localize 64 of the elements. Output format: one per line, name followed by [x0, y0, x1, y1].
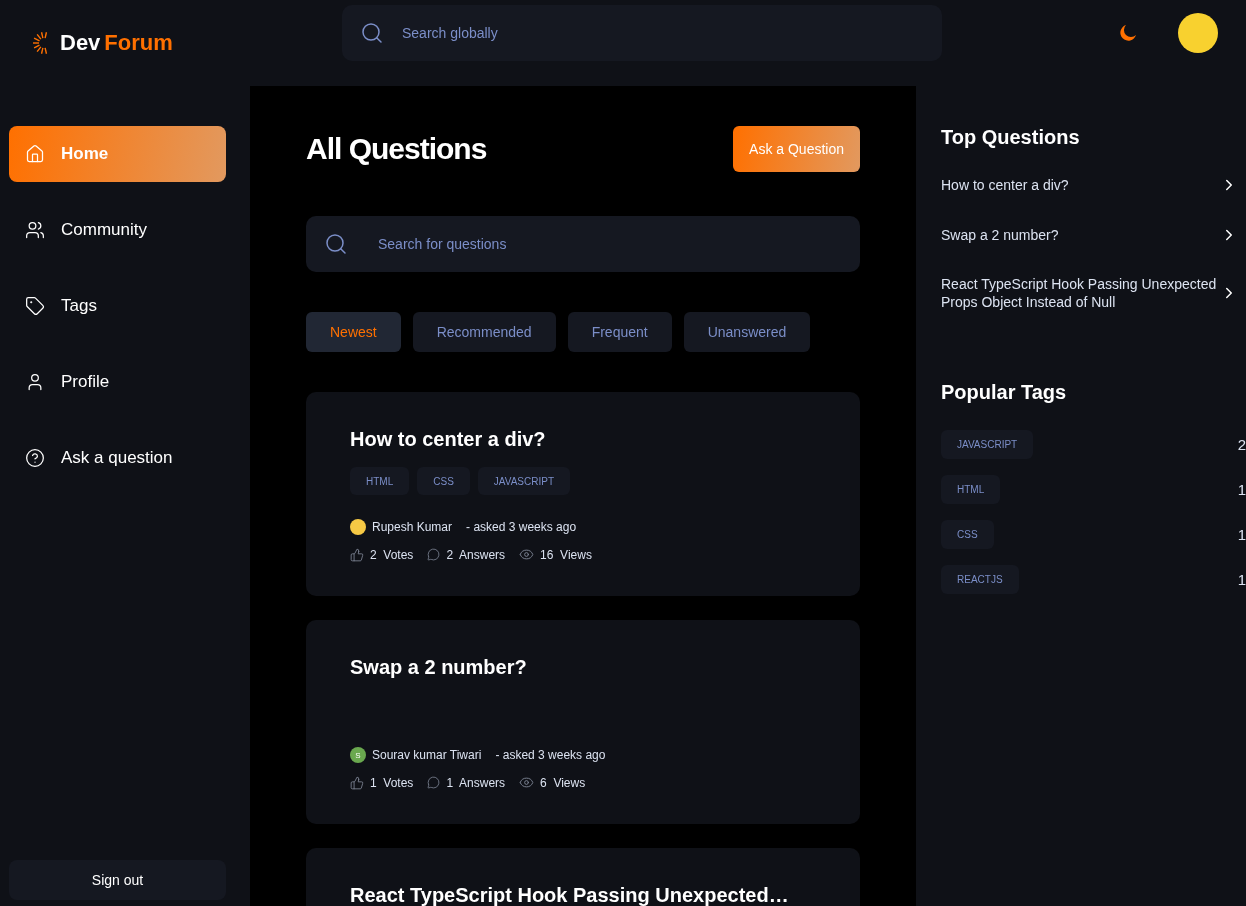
section-title: Top Questions [941, 126, 1081, 149]
home-icon [25, 144, 45, 164]
tag-count: 2 [1237, 436, 1246, 453]
nav-link[interactable]: Ask a question [9, 430, 226, 486]
question-title[interactable]: How to center a div? [350, 428, 816, 451]
speech-bubble-icon [427, 776, 441, 789]
tag-chip[interactable]: CSS [941, 520, 994, 549]
tag-count: 1 [1237, 526, 1246, 543]
tag-count: 1 [1237, 481, 1246, 498]
nav-link[interactable]: Tags [9, 278, 226, 334]
avatar: S [350, 747, 366, 763]
search-icon [360, 21, 384, 45]
avatar[interactable] [1178, 13, 1218, 53]
tag-chip[interactable]: JAVASCRIPT [941, 430, 1034, 459]
eye-icon [519, 547, 535, 562]
votes-count: 2 Votes [370, 547, 414, 562]
filter-tab[interactable]: Newest [306, 312, 401, 352]
tag-chip[interactable]: JAVASCRIPT [477, 467, 570, 495]
logo-text: Forum [104, 30, 173, 56]
question-card[interactable]: React TypeScript Hook Passing Unexpected… [306, 848, 860, 906]
tag-chip[interactable]: HTML [941, 475, 1001, 504]
top-question-link[interactable]: Swap a 2 number? [941, 225, 1246, 245]
asked-time: - asked 3 weeks ago [495, 748, 606, 762]
tag-chip[interactable]: REACTJS [941, 565, 1019, 594]
page-title: All Questions [306, 132, 487, 166]
answers-count: 2 Answers [446, 547, 506, 562]
people-icon [25, 220, 45, 240]
search-input[interactable]: Search for questions [376, 235, 842, 253]
tag-chip[interactable]: CSS [417, 467, 470, 495]
author-name[interactable]: Sourav kumar Tiwari [372, 748, 482, 762]
author-name[interactable]: Rupesh Kumar [372, 520, 453, 534]
top-question-link[interactable]: React TypeScript Hook Passing Unexpected Props Object Instead of Null [941, 275, 1246, 311]
search-icon [324, 232, 348, 256]
question-title[interactable]: Swap a 2 number? [350, 656, 816, 679]
question-title[interactable]: React TypeScript Hook Passing Unexpected… [350, 884, 816, 906]
views-count: 16 Views [540, 547, 592, 562]
filter-tab[interactable]: Frequent [567, 312, 672, 352]
tag-icon [25, 296, 45, 316]
question-card[interactable]: How to center a div? HTML CSS JAVASCRIPT Rupesh Kumar - asked 3 weeks ago 2 Votes 2 Answers 16 Views [306, 392, 860, 596]
tag-count: 1 [1237, 571, 1246, 588]
search-input[interactable]: Search globally [400, 24, 924, 42]
filter-tab[interactable]: Unanswered [683, 312, 811, 352]
global-search-field[interactable]: Search globally [342, 5, 942, 61]
question-card[interactable]: Swap a 2 number? S Sourav kumar Tiwari - asked 3 weeks ago 1 Votes 1 Answers 6 Views [306, 620, 860, 824]
question-icon [25, 448, 45, 468]
thumbs-up-icon [350, 775, 364, 790]
avatar [350, 519, 366, 535]
answers-count: 1 Answers [446, 775, 506, 790]
top-question-link[interactable]: How to center a div? [941, 175, 1246, 195]
logo-text: Dev [60, 30, 101, 56]
nav-link[interactable]: Profile [9, 354, 226, 410]
thumbs-up-icon [350, 547, 364, 562]
eye-icon [519, 775, 535, 790]
moon-icon[interactable] [1118, 23, 1138, 43]
section-title: Popular Tags [941, 381, 1068, 404]
question-search-field[interactable]: Search for questions [306, 216, 860, 272]
nav-link[interactable]: Community [9, 202, 226, 258]
asked-time: - asked 3 weeks ago [466, 520, 577, 534]
filter-tab[interactable]: Recommended [412, 312, 556, 352]
views-count: 6 Views [540, 775, 586, 790]
sign-out-button[interactable]: Sign out [9, 860, 226, 900]
speech-bubble-icon [427, 548, 441, 561]
votes-count: 1 Votes [370, 775, 414, 790]
tag-chip[interactable]: HTML [350, 467, 410, 495]
